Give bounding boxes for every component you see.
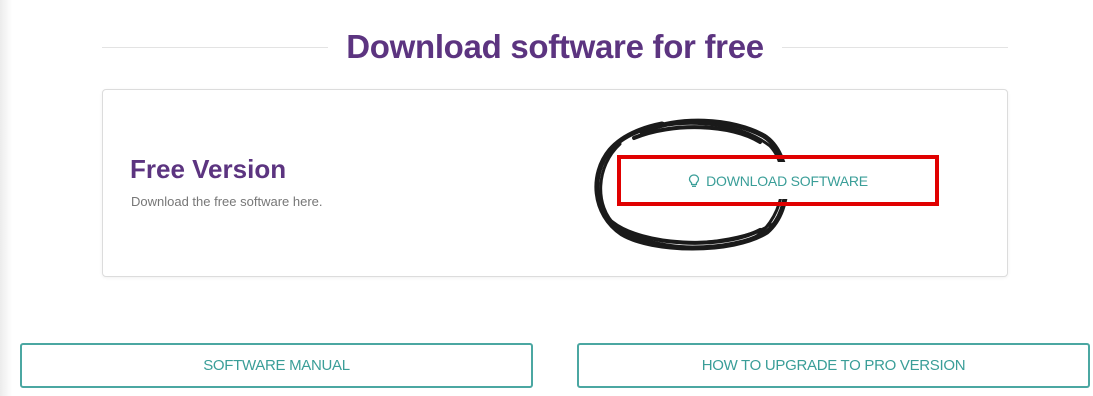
download-page: Download software for free Free Version …	[0, 0, 1093, 396]
download-software-label: DOWNLOAD SOFTWARE	[706, 172, 868, 189]
upgrade-pro-label: HOW TO UPGRADE TO PRO VERSION	[701, 357, 966, 374]
upgrade-pro-button[interactable]: HOW TO UPGRADE TO PRO VERSION	[577, 343, 1090, 388]
download-software-button[interactable]: DOWNLOAD SOFTWARE	[624, 162, 932, 199]
card-subtitle: Download the free software here.	[131, 194, 323, 209]
card-title: Free Version	[130, 154, 287, 184]
heading-rule-left	[102, 46, 329, 48]
lightbulb-icon	[688, 173, 700, 187]
software-manual-button[interactable]: SOFTWARE MANUAL	[20, 343, 533, 388]
page-title: Download software for free	[346, 28, 764, 65]
section-heading: Download software for free	[102, 22, 1008, 72]
heading-rule-right	[781, 46, 1008, 48]
edge-shadow	[0, 0, 12, 396]
software-manual-label: SOFTWARE MANUAL	[203, 357, 350, 374]
